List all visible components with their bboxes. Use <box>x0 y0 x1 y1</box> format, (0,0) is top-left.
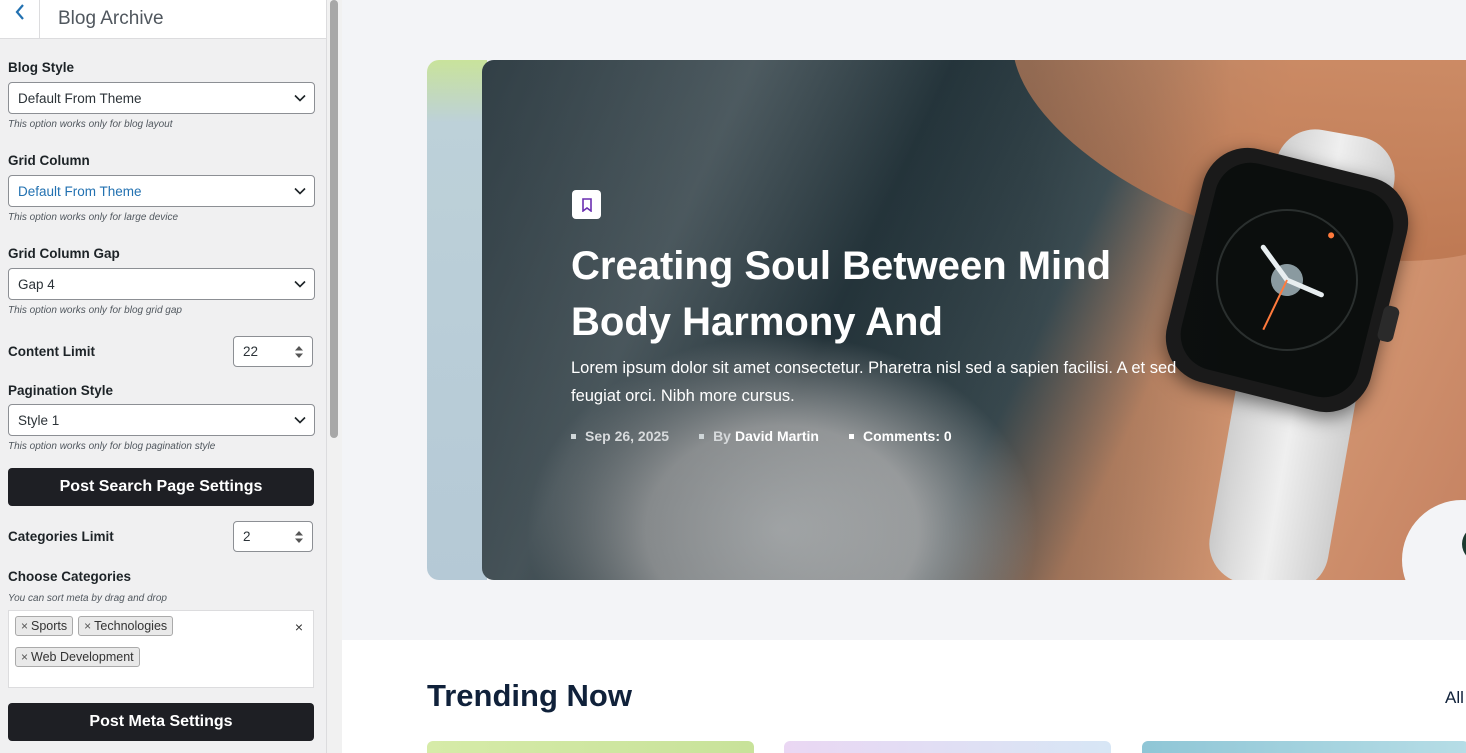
grid-column-select[interactable]: Default From Theme <box>8 175 315 207</box>
categories-limit-input[interactable]: 2 <box>233 521 313 552</box>
trending-card[interactable] <box>1142 741 1466 753</box>
chevron-down-icon <box>294 94 306 102</box>
blog-style-select[interactable]: Default From Theme <box>8 82 315 114</box>
trending-card[interactable] <box>427 741 754 753</box>
trending-heading: Trending Now <box>427 678 632 713</box>
hero-slide[interactable]: Creating Soul Between Mind Body Harmony … <box>482 60 1466 580</box>
selected-tags: × Sports × Technologies × Web Development <box>15 616 275 667</box>
pagination-value: Style 1 <box>18 412 60 428</box>
chevron-down-icon <box>294 416 306 424</box>
pagination-select[interactable]: Style 1 <box>8 404 315 436</box>
post-date: Sep 26, 2025 <box>571 428 669 444</box>
site-preview: Creating Soul Between Mind Body Harmony … <box>342 0 1466 753</box>
blog-style-hint: This option works only for blog layout <box>8 119 173 130</box>
post-author: By David Martin <box>699 428 819 444</box>
grid-gap-value: Gap 4 <box>18 276 55 292</box>
number-spinner-icon[interactable] <box>294 345 304 359</box>
remove-tag-icon[interactable]: × <box>84 619 91 633</box>
tag-web-development[interactable]: × Web Development <box>15 647 140 667</box>
content-limit-value: 22 <box>243 344 259 359</box>
remove-tag-icon[interactable]: × <box>21 619 28 633</box>
hero-meta: Sep 26, 2025 By David Martin Comments: 0 <box>571 428 952 444</box>
bookmark-button[interactable] <box>572 190 601 219</box>
scrollbar-thumb[interactable] <box>330 0 338 438</box>
post-comments: Comments: 0 <box>848 428 952 444</box>
previous-slide-peek[interactable] <box>427 60 487 580</box>
categories-limit-label: Categories Limit <box>8 529 114 544</box>
trending-card[interactable] <box>784 741 1111 753</box>
hero-excerpt: Lorem ipsum dolor sit amet consectetur. … <box>571 359 1177 405</box>
categories-limit-row: Categories Limit 2 <box>8 521 313 552</box>
grid-gap-select[interactable]: Gap 4 <box>8 268 315 300</box>
hero-title[interactable]: Creating Soul Between Mind Body Harmony … <box>571 238 1171 350</box>
tag-sports[interactable]: × Sports <box>15 616 74 636</box>
choose-categories-label: Choose Categories <box>8 569 132 584</box>
pagination-label: Pagination Style <box>8 383 114 398</box>
chevron-down-icon <box>294 187 306 195</box>
view-all-link[interactable]: All <box>1445 688 1464 708</box>
categories-limit-value: 2 <box>243 529 251 544</box>
sidebar-header: Blog Archive <box>0 0 326 39</box>
sidebar-scrollbar[interactable] <box>327 0 342 753</box>
grid-column-value: Default From Theme <box>18 183 142 199</box>
post-search-settings-button[interactable]: Post Search Page Settings <box>8 468 314 506</box>
grid-column-label: Grid Column <box>8 153 90 168</box>
content-limit-row: Content Limit 22 <box>8 336 313 367</box>
categories-multiselect[interactable]: × Sports × Technologies × Web Development × <box>8 610 314 688</box>
post-meta-settings-button[interactable]: Post Meta Settings <box>8 703 314 741</box>
tag-technologies[interactable]: × Technologies <box>78 616 174 636</box>
chevron-left-icon <box>15 4 24 20</box>
blog-style-label: Blog Style <box>8 60 75 75</box>
clear-all-icon[interactable]: × <box>295 619 303 635</box>
content-limit-input[interactable]: 22 <box>233 336 313 367</box>
customizer-sidebar: Blog Archive Blog Style Default From The… <box>0 0 327 753</box>
grid-gap-label: Grid Column Gap <box>8 246 120 261</box>
grid-column-hint: This option works only for large device <box>8 212 179 223</box>
grid-gap-hint: This option works only for blog grid gap <box>8 305 182 316</box>
blog-style-value: Default From Theme <box>18 90 142 106</box>
choose-categories-hint: You can sort meta by drag and drop <box>8 593 167 604</box>
author-link[interactable]: David Martin <box>735 428 819 444</box>
content-limit-label: Content Limit <box>8 344 95 359</box>
back-button[interactable] <box>0 0 40 39</box>
number-spinner-icon[interactable] <box>294 530 304 544</box>
chevron-down-icon <box>294 280 306 288</box>
remove-tag-icon[interactable]: × <box>21 650 28 664</box>
pagination-hint: This option works only for blog paginati… <box>8 441 216 452</box>
panel-title: Blog Archive <box>58 8 164 29</box>
bookmark-icon <box>581 197 592 212</box>
trending-section: Trending Now All <box>342 640 1466 753</box>
